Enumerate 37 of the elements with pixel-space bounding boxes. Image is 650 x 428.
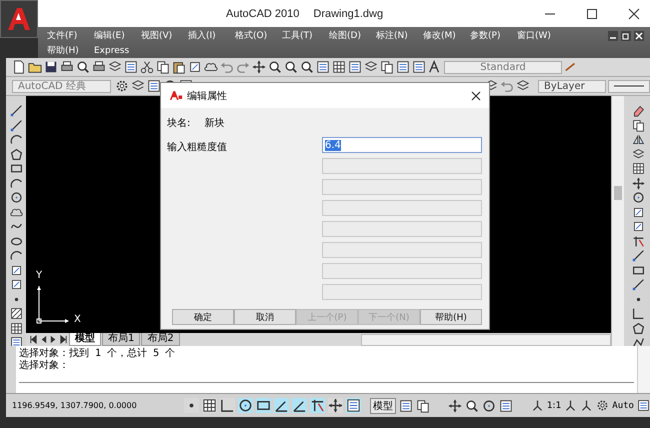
menu-item[interactable]: 窗口(W) [517, 29, 564, 42]
x-axis-label: X [74, 315, 81, 325]
menu-item[interactable]: 格式(O) [235, 29, 282, 42]
menu-item[interactable]: 标注(N) [376, 29, 423, 42]
menu-item[interactable]: 工具(T) [282, 29, 329, 42]
menu-item[interactable]: 编辑(E) [94, 29, 141, 42]
dialog-button[interactable]: 帮助(H) [420, 309, 482, 325]
input-field[interactable]: 6.4 [322, 137, 482, 153]
menu-item[interactable]: 帮助(H) [47, 44, 94, 57]
block-name-label: 块名: [167, 116, 190, 130]
y-axis-label: Y [36, 271, 44, 281]
model-button[interactable]: 模型 [370, 398, 396, 414]
layout-tab[interactable]: 模型 [69, 333, 101, 346]
document-title: Drawing1.dwg [313, 8, 384, 20]
layout-tab[interactable]: 布局2 [141, 333, 180, 346]
workspace-menu[interactable]: Auto [612, 400, 634, 410]
annotation-scale[interactable]: 1:1 [546, 400, 562, 410]
dialog-button[interactable]: 取消 [234, 309, 296, 325]
layout-tab[interactable]: 布局1 [102, 333, 140, 346]
workspace-dropdown[interactable]: AutoCAD 经典 [12, 80, 111, 92]
menu-item[interactable]: 绘图(D) [329, 29, 376, 42]
menu-item[interactable]: 视图(V) [141, 29, 188, 42]
command-line: 选择对象：找到 1 个，总计 5 个 [19, 348, 176, 360]
menu-item[interactable]: Express [94, 46, 141, 56]
block-name: 新块 [204, 116, 224, 130]
menu-item[interactable]: 插入(I) [188, 29, 235, 42]
menu-item[interactable]: 修改(M) [423, 29, 470, 42]
command-line: 选择对象： [19, 360, 70, 372]
attribute-prompt: 输入粗糙度值 [167, 140, 228, 155]
menu-item[interactable]: 参数(P) [470, 29, 517, 42]
color-dropdown[interactable]: ByLayer [538, 80, 606, 92]
dialog-title: 编辑属性 [187, 90, 227, 102]
window-title: AutoCAD 2010 [226, 8, 300, 20]
menu-item[interactable]: 文件(F) [47, 29, 94, 42]
coordinates: 1196.9549, 1307.7900, 0.0000 [12, 401, 138, 410]
dialog-button[interactable]: 确定 [172, 309, 234, 325]
text-style-dropdown[interactable]: Standard [444, 60, 562, 74]
